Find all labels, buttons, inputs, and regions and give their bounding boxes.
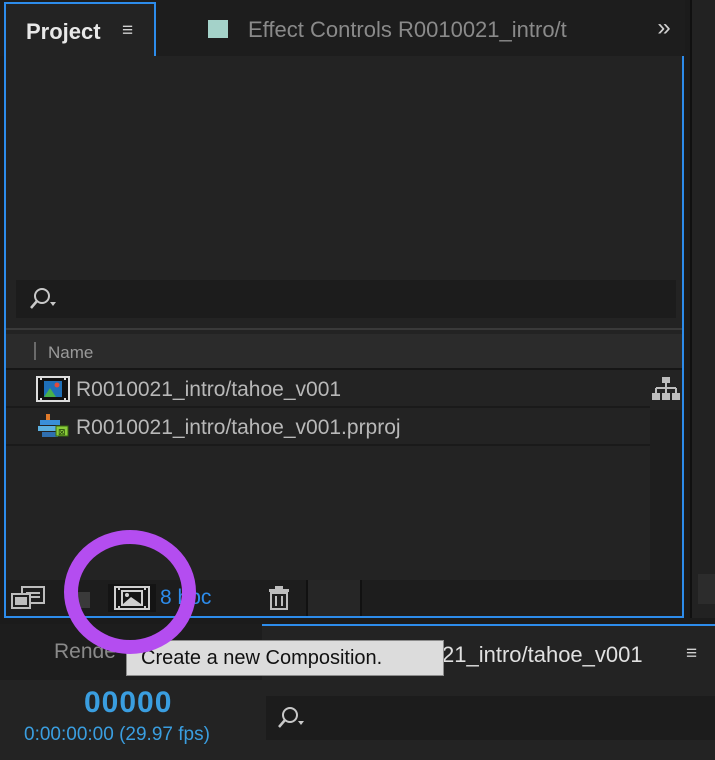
adjacent-panel-edge <box>690 0 715 618</box>
new-folder-icon[interactable] <box>64 584 94 612</box>
flowchart-icon[interactable] <box>652 376 680 402</box>
panel-divider <box>6 328 682 330</box>
list-item-name: R0010021_intro/tahoe_v001.prproj <box>76 416 401 439</box>
project-panel: Name R0010021_intro/tahoe_v001 ⊠ R001002… <box>4 56 684 618</box>
toolbar-spacer <box>306 580 362 616</box>
current-time-display[interactable]: 00000 <box>84 686 172 720</box>
tab-project-label: Project <box>26 19 101 44</box>
tab-effect-controls-label: Effect Controls R0010021_intro/t <box>248 17 567 42</box>
project-search-field[interactable] <box>16 280 676 318</box>
tab-composition-label: 21_intro/tahoe_v001 <box>442 642 643 667</box>
project-preview-area <box>6 56 682 276</box>
composition-icon <box>36 376 70 402</box>
tab-overflow-icon[interactable]: » <box>644 4 684 52</box>
column-name-label[interactable]: Name <box>48 343 93 363</box>
column-header[interactable]: Name <box>6 334 682 370</box>
list-item[interactable]: ⊠ R0010021_intro/tahoe_v001.prproj <box>6 408 650 446</box>
svg-text:⊠: ⊠ <box>58 428 66 438</box>
premiere-project-icon: ⊠ <box>38 414 69 438</box>
list-scrollbar[interactable] <box>650 410 682 580</box>
new-composition-icon[interactable] <box>108 584 156 612</box>
search-icon[interactable] <box>276 706 306 730</box>
list-item-name: R0010021_intro/tahoe_v001 <box>76 378 342 401</box>
adjacent-panel-button[interactable] <box>698 574 715 604</box>
layer-color-swatch <box>208 20 228 38</box>
panel-tab-strip: Project ≡ Effect Controls R0010021_intro… <box>0 0 685 58</box>
list-item[interactable]: R0010021_intro/tahoe_v001 <box>6 370 650 408</box>
panel-menu-icon[interactable]: ≡ <box>686 643 697 665</box>
interpret-footage-icon[interactable] <box>10 584 46 612</box>
project-item-list: R0010021_intro/tahoe_v001 ⊠ R0010021_int… <box>6 370 650 446</box>
tab-project[interactable]: Project ≡ <box>4 2 156 58</box>
search-icon[interactable] <box>28 287 58 311</box>
timeline-search-field[interactable] <box>266 696 715 740</box>
project-toolbar: 8 bpc <box>6 580 682 616</box>
trash-icon[interactable] <box>264 584 294 612</box>
bit-depth-button[interactable]: 8 bpc <box>160 584 211 612</box>
tooltip: Create a new Composition. <box>126 640 444 676</box>
timeline-panel: 00000 0:00:00:00 (29.97 fps) <box>0 680 715 760</box>
column-grip <box>34 342 36 360</box>
tab-render-queue[interactable]: Rende <box>54 640 116 664</box>
panel-menu-icon[interactable]: ≡ <box>122 20 133 42</box>
current-timecode: 0:00:00:00 (29.97 fps) <box>24 724 210 745</box>
tab-effect-controls[interactable]: Effect Controls R0010021_intro/t <box>190 4 640 52</box>
